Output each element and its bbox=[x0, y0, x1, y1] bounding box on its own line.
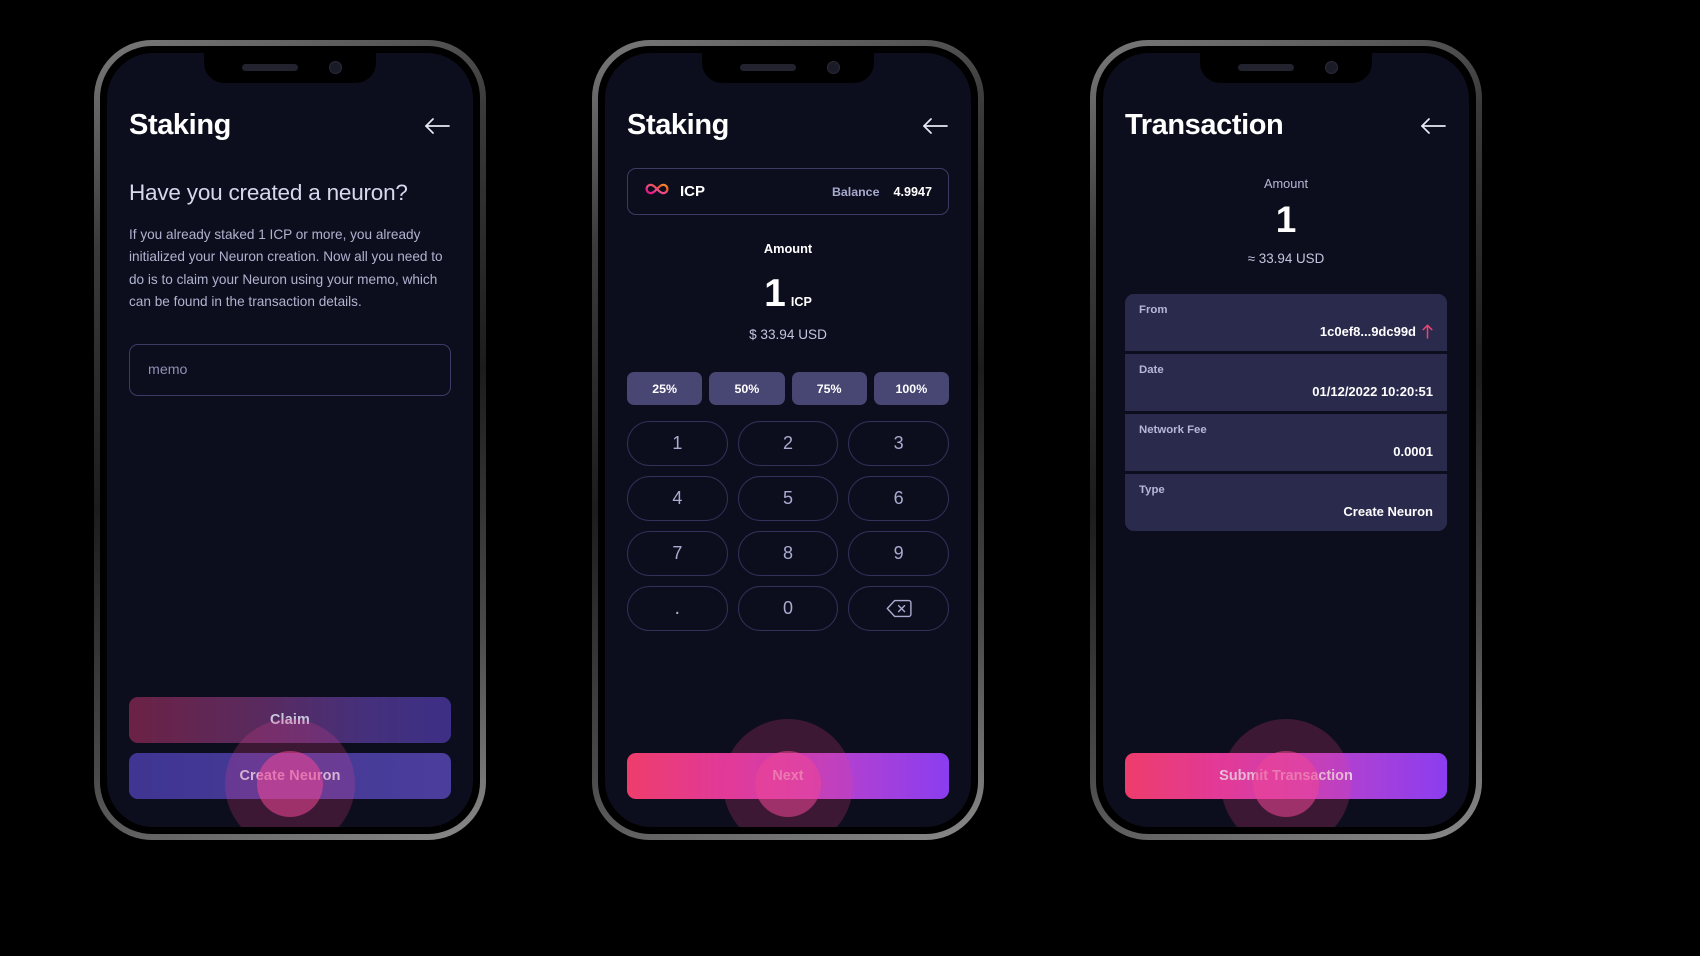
amount-value: 1 bbox=[764, 272, 786, 315]
screen2-content: Staking ICP Balance 4.9947 Amount 1 ICP … bbox=[605, 53, 971, 827]
screen1-button-stack: Claim Create Neuron bbox=[129, 697, 451, 799]
claim-button[interactable]: Claim bbox=[129, 697, 451, 743]
percent-button-row: 25% 50% 75% 100% bbox=[627, 372, 949, 405]
token-selector-card[interactable]: ICP Balance 4.9947 bbox=[627, 168, 949, 215]
numeric-keypad: 1 2 3 4 5 6 7 8 9 . 0 bbox=[627, 421, 949, 631]
token-identity: ICP bbox=[644, 182, 705, 201]
page-title: Staking bbox=[627, 109, 729, 141]
speaker-grille-icon bbox=[242, 64, 298, 71]
keypad-key-5[interactable]: 5 bbox=[737, 476, 839, 521]
tx-amount-usd: ≈ 33.94 USD bbox=[1247, 251, 1325, 266]
tx-row-value-line: Create Neuron bbox=[1139, 504, 1433, 519]
screen-staking-intro: Staking Have you created a neuron? If yo… bbox=[107, 53, 473, 827]
keypad-key-8[interactable]: 8 bbox=[737, 531, 839, 576]
notch-2 bbox=[702, 53, 874, 83]
back-arrow-icon[interactable] bbox=[921, 115, 949, 137]
next-button[interactable]: Next bbox=[627, 753, 949, 799]
speaker-grille-icon bbox=[1238, 64, 1294, 71]
backspace-icon[interactable] bbox=[848, 586, 949, 631]
memo-input[interactable]: memo bbox=[129, 344, 451, 397]
tx-row-value: Create Neuron bbox=[1343, 504, 1433, 519]
tx-row-key: From bbox=[1139, 304, 1168, 316]
screen-transaction: Transaction Amount 1 ≈ 33.94 USD From 1c… bbox=[1103, 53, 1469, 827]
submit-transaction-button[interactable]: Submit Transaction bbox=[1125, 753, 1447, 799]
tx-row-value-line: 1c0ef8...9dc99d bbox=[1139, 324, 1433, 339]
phone-bezel-2: Staking ICP Balance 4.9947 Amount 1 ICP … bbox=[598, 46, 978, 834]
back-arrow-icon[interactable] bbox=[1419, 115, 1447, 137]
screenshot-root: Staking Have you created a neuron? If yo… bbox=[0, 0, 1700, 956]
tx-row-value-line: 0.0001 bbox=[1139, 444, 1433, 459]
tx-row-value: 1c0ef8...9dc99d bbox=[1319, 324, 1416, 339]
phone-mockup-2: Staking ICP Balance 4.9947 Amount 1 ICP … bbox=[592, 40, 984, 840]
keypad-key-4[interactable]: 4 bbox=[627, 476, 728, 521]
tx-row-key: Network Fee bbox=[1139, 424, 1207, 436]
front-camera-icon bbox=[827, 61, 840, 74]
percent-button-100[interactable]: 100% bbox=[873, 372, 949, 405]
speaker-grille-icon bbox=[740, 64, 796, 71]
keypad-key-9[interactable]: 9 bbox=[848, 531, 949, 576]
transaction-detail-list: From 1c0ef8...9dc99d Date 01/12/2022 10:… bbox=[1125, 294, 1447, 531]
icp-infinity-icon bbox=[644, 182, 670, 201]
tx-amount-label: Amount bbox=[1263, 176, 1309, 191]
percent-button-50[interactable]: 50% bbox=[709, 372, 785, 405]
keypad-key-7[interactable]: 7 bbox=[627, 531, 728, 576]
percent-button-25[interactable]: 25% bbox=[627, 372, 703, 405]
keypad-key-0[interactable]: 0 bbox=[737, 586, 839, 631]
amount-label: Amount bbox=[763, 241, 813, 256]
amount-unit: ICP bbox=[790, 295, 812, 309]
table-row: From 1c0ef8...9dc99d bbox=[1125, 294, 1447, 351]
table-row: Date 01/12/2022 10:20:51 bbox=[1125, 354, 1447, 411]
front-camera-icon bbox=[1325, 61, 1338, 74]
keypad-key-6[interactable]: 6 bbox=[848, 476, 949, 521]
question-body-text: If you already staked 1 ICP or more, you… bbox=[129, 227, 443, 309]
notch-1 bbox=[204, 53, 376, 83]
phone-mockup-1: Staking Have you created a neuron? If yo… bbox=[94, 40, 486, 840]
table-row: Type Create Neuron bbox=[1125, 474, 1447, 531]
notch-3 bbox=[1200, 53, 1372, 83]
phone-bezel-3: Transaction Amount 1 ≈ 33.94 USD From 1c… bbox=[1096, 46, 1476, 834]
tx-row-value: 01/12/2022 10:20:51 bbox=[1312, 384, 1433, 399]
table-row: Network Fee 0.0001 bbox=[1125, 414, 1447, 471]
keypad-key-3[interactable]: 3 bbox=[848, 421, 949, 466]
tx-row-value-line: 01/12/2022 10:20:51 bbox=[1139, 384, 1433, 399]
screen3-content: Transaction Amount 1 ≈ 33.94 USD From 1c… bbox=[1103, 53, 1469, 827]
tx-amount-value: 1 bbox=[1275, 199, 1297, 240]
phone-bezel-1: Staking Have you created a neuron? If yo… bbox=[100, 46, 480, 834]
back-arrow-icon[interactable] bbox=[423, 115, 451, 137]
front-camera-icon bbox=[329, 61, 342, 74]
token-balance-group: Balance 4.9947 bbox=[832, 185, 932, 199]
keypad-key-2[interactable]: 2 bbox=[737, 421, 839, 466]
screen-staking-amount: Staking ICP Balance 4.9947 Amount 1 ICP … bbox=[605, 53, 971, 827]
create-neuron-button[interactable]: Create Neuron bbox=[129, 753, 451, 799]
memo-placeholder-text: memo bbox=[148, 362, 188, 379]
keypad-key-decimal[interactable]: . bbox=[627, 586, 728, 631]
amount-display: 1 ICP bbox=[627, 274, 949, 313]
token-symbol: ICP bbox=[680, 183, 706, 200]
balance-value: 4.9947 bbox=[893, 184, 932, 199]
page-title: Transaction bbox=[1125, 109, 1284, 141]
percent-button-75[interactable]: 75% bbox=[791, 372, 867, 405]
phone-mockup-3: Transaction Amount 1 ≈ 33.94 USD From 1c… bbox=[1090, 40, 1482, 840]
screen1-content: Staking Have you created a neuron? If yo… bbox=[107, 53, 473, 827]
tx-row-key: Date bbox=[1139, 364, 1164, 376]
balance-label: Balance bbox=[831, 184, 880, 199]
tx-row-key: Type bbox=[1139, 484, 1165, 496]
question-heading: Have you created a neuron? bbox=[129, 180, 408, 205]
page-title: Staking bbox=[129, 109, 231, 141]
amount-usd-equivalent: $ 33.94 USD bbox=[749, 327, 827, 342]
tx-row-value: 0.0001 bbox=[1393, 444, 1433, 459]
keypad-key-1[interactable]: 1 bbox=[627, 421, 728, 466]
outgoing-arrow-icon bbox=[1422, 324, 1433, 339]
